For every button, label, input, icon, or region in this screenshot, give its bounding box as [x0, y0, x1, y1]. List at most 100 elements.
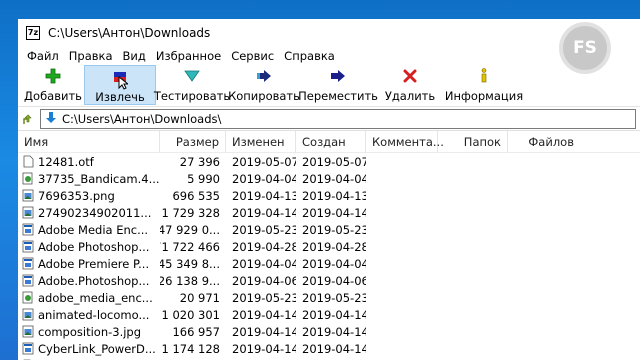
menu-favorites[interactable]: Избранное — [151, 49, 226, 63]
address-bar: C:\Users\Антон\Downloads\ — [18, 107, 640, 131]
doc-icon — [22, 155, 34, 168]
file-name-cell: Adobe Media Enc... — [18, 221, 160, 238]
delete-x-icon — [401, 68, 419, 84]
file-created-cell: 2019-05-23 — [302, 290, 366, 305]
folder-up-icon[interactable] — [21, 110, 37, 128]
file-row[interactable]: Adobe Premiere P...1 545 349 8... 2019-04… — [18, 255, 640, 272]
menu-edit[interactable]: Правка — [64, 49, 118, 63]
file-name-cell: animated-locomo... — [18, 306, 160, 323]
move-arrow-icon — [329, 68, 347, 84]
file-size-cell: 1 526 138 9... — [160, 273, 220, 288]
col-modified[interactable]: Изменен — [226, 130, 296, 153]
file-created-cell: 2019-04-13 — [302, 188, 366, 203]
col-size[interactable]: Размер — [160, 130, 226, 153]
file-size-cell: 20 971 — [179, 290, 220, 305]
mouse-cursor-icon — [118, 75, 130, 93]
file-modified-cell: 2019-05-23... — [232, 290, 296, 305]
add-button[interactable]: Добавить — [22, 65, 84, 105]
file-row[interactable]: CyberLink_PowerD...1 174 128 2019-04-14..… — [18, 340, 640, 357]
test-button[interactable]: Тестировать — [154, 65, 230, 105]
title-bar: 7z C:\Users\Антон\Downloads — [18, 19, 640, 47]
info-icon — [475, 68, 493, 84]
file-name-cell: 12481.otf — [18, 153, 160, 170]
file-created-cell: 2019-04-14 — [302, 324, 366, 339]
file-size-cell: 1 020 301 — [161, 307, 220, 322]
file-row[interactable]: Adobe.Photoshop...1 526 138 9... 2019-04-… — [18, 272, 640, 289]
exe-icon — [22, 257, 34, 270]
file-created-cell: 2019-04-28 — [302, 239, 366, 254]
file-size-cell: 1 545 349 8... — [160, 256, 220, 271]
file-size-cell: 27 396 — [179, 154, 220, 169]
file-size-cell: 5 990 — [187, 171, 220, 186]
file-created-cell: 2019-05-07 — [302, 154, 366, 169]
file-size-cell: 166 957 — [172, 324, 220, 339]
exe-icon — [22, 274, 34, 287]
copy-arrow-icon — [255, 68, 273, 84]
copy-button[interactable]: Копировать — [228, 65, 300, 105]
menu-bar: Файл Правка Вид Избранное Сервис Справка — [18, 47, 640, 65]
file-size-cell: 1 047 929 0... — [160, 222, 220, 237]
file-name-cell: adobe_media_enc... — [18, 289, 160, 306]
file-row[interactable]: 12481.otf 27 396 2019-05-07... 2019-05-07 — [18, 153, 640, 170]
exe-icon — [22, 342, 34, 355]
file-created-cell: 2019-04-04 — [302, 171, 366, 186]
file-modified-cell: 2019-05-23... — [232, 222, 296, 237]
image-icon — [22, 308, 34, 321]
menu-help[interactable]: Справка — [279, 49, 340, 63]
file-modified-cell: 2019-04-14... — [232, 307, 296, 322]
info-button[interactable]: Информация — [444, 65, 524, 105]
app-icon: 7z — [26, 26, 40, 40]
down-arrow-icon — [45, 111, 57, 127]
file-name-cell: 7696353.png — [18, 187, 160, 204]
file-modified-cell: 2019-04-06... — [232, 273, 296, 288]
file-size-cell: 1 729 328 — [161, 205, 220, 220]
file-name-cell: 37735_Bandicam.4... — [18, 170, 160, 187]
file-row[interactable]: composition-3.jpg 166 957 2019-04-14... 201… — [18, 323, 640, 340]
col-files[interactable]: Файлов — [508, 131, 580, 153]
file-created-cell: 2019-04-04 — [302, 256, 366, 271]
plus-icon — [44, 68, 62, 84]
col-name[interactable]: Имя — [18, 130, 160, 153]
file-row[interactable]: animated-locomo...1 020 301 2019-04-14...… — [18, 306, 640, 323]
file-row[interactable]: 7696353.png 696 535 2019-04-13... 2019-04-1… — [18, 187, 640, 204]
col-created[interactable]: Создан — [296, 130, 366, 153]
file-name-cell: Adobe Photoshop... — [18, 238, 160, 255]
path-text: C:\Users\Антон\Downloads\ — [62, 111, 222, 126]
path-input[interactable]: C:\Users\Антон\Downloads\ — [40, 108, 636, 129]
script-icon — [22, 172, 34, 185]
file-created-cell: 2019-05-23 — [302, 222, 366, 237]
file-name-cell: 27490234902011... — [18, 204, 160, 221]
file-modified-cell: 2019-04-13... — [232, 188, 296, 203]
file-modified-cell: 2019-04-04... — [232, 171, 296, 186]
file-modified-cell: 2019-04-04... — [232, 256, 296, 271]
col-comment[interactable]: Коммента... — [366, 130, 444, 153]
file-row[interactable]: Adobe Media Enc...1 047 929 0... 2019-05-… — [18, 221, 640, 238]
menu-view[interactable]: Вид — [118, 49, 151, 63]
file-row[interactable]: 37735_Bandicam.4... 5 990 2019-04-04... 201… — [18, 170, 640, 187]
file-name-cell: composition-3.jpg — [18, 323, 160, 340]
file-created-cell: 2019-04-14 — [302, 341, 366, 356]
file-row[interactable]: 27490234902011...1 729 328 2019-04-14... 2… — [18, 204, 640, 221]
file-created-cell: 2019-04-14 — [302, 205, 366, 220]
file-modified-cell: 2019-04-14... — [232, 341, 296, 356]
file-modified-cell: 2019-04-14... — [232, 324, 296, 339]
column-header: Имя Размер Изменен Создан Коммента... Па… — [18, 130, 640, 153]
col-folders[interactable]: Папок — [438, 130, 508, 153]
menu-file[interactable]: Файл — [22, 49, 64, 63]
file-modified-cell: 2019-05-07... — [232, 154, 296, 169]
image-icon — [22, 206, 34, 219]
delete-button[interactable]: Удалить — [376, 65, 444, 105]
menu-tools[interactable]: Сервис — [226, 49, 279, 63]
move-button[interactable]: Переместить — [298, 65, 378, 105]
file-name-cell: CyberLink_PowerD... — [18, 340, 160, 357]
exe-icon — [22, 240, 34, 253]
window-title: C:\Users\Антон\Downloads — [48, 26, 211, 40]
file-created-cell: 2019-04-14 — [302, 307, 366, 322]
toolbar: Добавить Извлечь Тестировать Копировать … — [18, 65, 640, 107]
file-row[interactable]: adobe_media_enc... 20 971 2019-05-23... 201… — [18, 289, 640, 306]
file-modified-cell: 2019-04-28... — [232, 239, 296, 254]
image-icon — [22, 189, 34, 202]
file-row[interactable]: Adobe Photoshop...871 722 466 2019-04-28.… — [18, 238, 640, 255]
file-modified-cell: 2019-04-14... — [232, 205, 296, 220]
file-name-cell: Adobe Premiere P... — [18, 255, 160, 272]
